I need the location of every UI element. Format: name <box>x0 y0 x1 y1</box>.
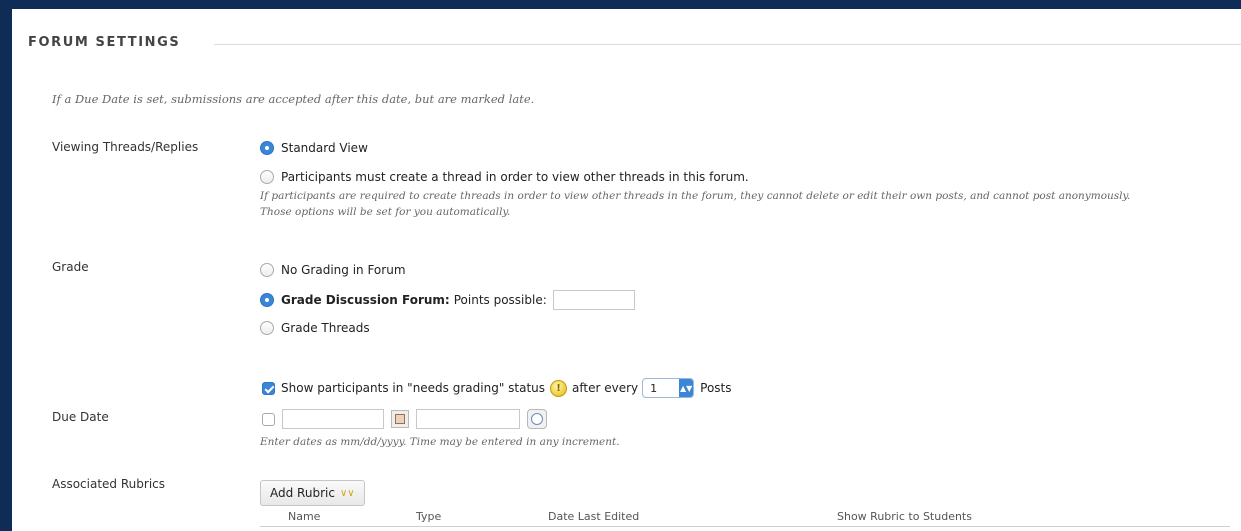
section-divider <box>214 44 1241 45</box>
rubric-table-header-divider <box>260 526 1230 527</box>
due-date-checkbox[interactable] <box>262 412 275 426</box>
radio-unselected-icon[interactable] <box>260 170 274 184</box>
no-grading-label: No Grading in Forum <box>281 263 406 277</box>
viewing-threads-note-line1: If participants are required to create t… <box>260 190 1131 202</box>
calendar-button[interactable] <box>391 410 409 428</box>
due-date-row <box>262 409 547 429</box>
warning-icon: ! <box>550 379 568 397</box>
grade-threads-label: Grade Threads <box>281 321 370 335</box>
radio-unselected-icon[interactable] <box>260 321 274 335</box>
no-grading-radio[interactable]: No Grading in Forum <box>260 263 406 277</box>
participants-must-create-thread-radio[interactable]: Participants must create a thread in ord… <box>260 170 749 184</box>
needs-grading-row: Show participants in "needs grading" sta… <box>262 378 732 398</box>
radio-selected-icon[interactable] <box>260 141 274 155</box>
viewing-threads-label: Viewing Threads/Replies <box>52 140 199 154</box>
viewing-threads-note-line2: Those options will be set for you automa… <box>260 206 511 218</box>
section-title: FORUM SETTINGS <box>28 35 181 50</box>
chevron-updown-icon[interactable]: ▲▼ <box>679 379 694 397</box>
due-date-intro-note: If a Due Date is set, submissions are ac… <box>52 92 535 106</box>
due-date-label: Due Date <box>52 410 109 424</box>
needs-grading-checkbox[interactable] <box>262 381 275 395</box>
grade-label: Grade <box>52 260 89 274</box>
calendar-icon <box>395 414 405 424</box>
points-possible-input[interactable] <box>552 290 635 310</box>
rubric-column-type[interactable]: Type <box>416 510 441 523</box>
window-frame-top <box>0 0 1241 9</box>
due-date-hint: Enter dates as mm/dd/yyyy. Time may be e… <box>260 436 620 448</box>
due-date-input[interactable] <box>282 409 384 429</box>
radio-selected-icon[interactable] <box>260 293 274 307</box>
posts-label: Posts <box>700 381 732 395</box>
rubric-column-show-to-students[interactable]: Show Rubric to Students <box>837 510 972 523</box>
participants-must-create-thread-label: Participants must create a thread in ord… <box>281 170 749 184</box>
clock-button[interactable] <box>527 409 547 429</box>
posts-count-value: 1 <box>650 381 658 395</box>
associated-rubrics-label: Associated Rubrics <box>52 477 165 491</box>
radio-unselected-icon[interactable] <box>260 263 274 277</box>
window-frame-left <box>0 0 12 531</box>
chevron-down-icon: ∨∨ <box>339 487 355 499</box>
posts-count-stepper[interactable]: 1 ▲▼ <box>642 378 695 398</box>
rubric-column-date-last-edited[interactable]: Date Last Edited <box>548 510 639 523</box>
clock-icon <box>531 413 543 425</box>
rubric-column-name[interactable]: Name <box>288 510 320 523</box>
add-rubric-label: Add Rubric <box>270 486 335 500</box>
grade-threads-radio[interactable]: Grade Threads <box>260 321 370 335</box>
viewing-threads-note: If participants are required to create t… <box>260 188 1130 220</box>
points-possible-label: Points possible: <box>453 293 547 307</box>
after-every-label: after every <box>572 381 639 395</box>
standard-view-radio[interactable]: Standard View <box>260 141 368 155</box>
standard-view-label: Standard View <box>281 141 368 155</box>
grade-discussion-forum-radio[interactable]: Grade Discussion Forum: Points possible: <box>260 290 635 310</box>
needs-grading-text: Show participants in "needs grading" sta… <box>281 381 546 395</box>
add-rubric-button[interactable]: Add Rubric ∨∨ <box>260 480 365 506</box>
due-time-input[interactable] <box>416 409 520 429</box>
grade-discussion-forum-label: Grade Discussion Forum: <box>281 293 450 307</box>
